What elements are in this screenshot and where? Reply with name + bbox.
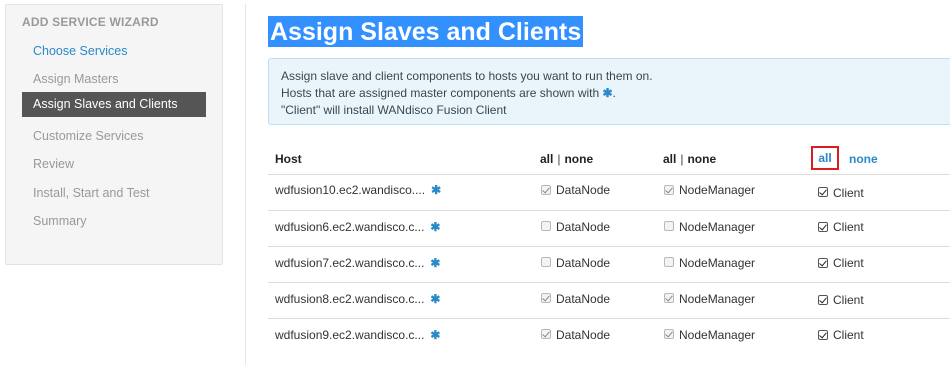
info-line-2: Hosts that are assigned master component…	[281, 85, 939, 102]
client-label: Client	[833, 186, 864, 200]
nodemanager-label: NodeManager	[679, 256, 756, 270]
row-divider	[268, 318, 950, 319]
client-checkbox[interactable]	[818, 295, 828, 305]
sidebar-item-customize-services: Customize Services	[33, 129, 144, 143]
client-checkbox[interactable]	[818, 187, 828, 197]
master-star-icon: ✱	[431, 183, 442, 197]
host-name: wdfusion8.ec2.wandisco.c...	[275, 292, 425, 306]
row-divider	[268, 246, 950, 247]
client-select-none-link[interactable]: none	[849, 152, 878, 166]
nodemanager-header-separator: |	[680, 152, 684, 166]
sidebar-item-assign-masters: Assign Masters	[33, 72, 119, 86]
datanode-checkbox[interactable]	[541, 293, 551, 303]
content-divider	[245, 4, 246, 365]
datanode-select-none-link[interactable]: none	[564, 152, 593, 166]
page-title: Assign Slaves and Clients	[268, 16, 584, 47]
sidebar-item-summary: Summary	[33, 214, 87, 228]
client-checkbox[interactable]	[818, 330, 828, 340]
host-name: wdfusion10.ec2.wandisco....	[275, 183, 426, 197]
nodemanager-label: NodeManager	[679, 220, 756, 234]
client-label: Client	[833, 256, 864, 270]
nodemanager-label: NodeManager	[679, 292, 756, 306]
nodemanager-checkbox[interactable]	[664, 221, 674, 231]
info-line-2-text: Hosts that are assigned master component…	[281, 86, 600, 100]
client-label: Client	[833, 220, 864, 234]
nodemanager-label: NodeManager	[679, 328, 756, 342]
sidebar-item-choose-services[interactable]: Choose Services	[22, 39, 206, 64]
nodemanager-checkbox[interactable]	[664, 257, 674, 267]
table-row-host: wdfusion10.ec2.wandisco.... ✱	[275, 183, 441, 197]
sidebar-item-assign-slaves-and-clients[interactable]: Assign Slaves and Clients	[22, 92, 206, 117]
client-label: Client	[833, 328, 864, 342]
datanode-label: DataNode	[556, 220, 611, 234]
info-line-2-suffix: .	[612, 86, 616, 100]
nodemanager-label: NodeManager	[679, 183, 756, 197]
master-star-icon: ✱	[430, 292, 441, 306]
nodemanager-column-header: all | none	[663, 152, 716, 166]
table-row-host: wdfusion7.ec2.wandisco.c... ✱	[275, 256, 440, 270]
datanode-label: DataNode	[556, 183, 611, 197]
table-row-host: wdfusion8.ec2.wandisco.c... ✱	[275, 292, 440, 306]
table-row-host: wdfusion9.ec2.wandisco.c... ✱	[275, 328, 440, 342]
datanode-label: DataNode	[556, 328, 611, 342]
datanode-header-separator: |	[557, 152, 561, 166]
nodemanager-checkbox[interactable]	[664, 185, 674, 195]
sidebar-item-review: Review	[33, 157, 74, 171]
datanode-checkbox[interactable]	[541, 329, 551, 339]
nodemanager-select-all-link[interactable]: all	[663, 152, 676, 166]
master-star-icon: ✱	[602, 86, 613, 100]
datanode-column-header: all | none	[540, 152, 593, 166]
info-alert: Assign slave and client components to ho…	[268, 58, 950, 125]
datanode-checkbox[interactable]	[541, 221, 551, 231]
host-column-header: Host	[275, 152, 302, 166]
table-row-host: wdfusion6.ec2.wandisco.c... ✱	[275, 220, 440, 234]
row-divider	[268, 282, 950, 283]
datanode-select-all-link[interactable]: all	[540, 152, 553, 166]
client-label: Client	[833, 293, 864, 307]
client-checkbox[interactable]	[818, 222, 828, 232]
sidebar-title: ADD SERVICE WIZARD	[22, 15, 159, 29]
datanode-checkbox[interactable]	[541, 257, 551, 267]
row-divider	[268, 210, 950, 211]
master-star-icon: ✱	[430, 220, 441, 234]
wizard-sidebar: ADD SERVICE WIZARD Choose Services Assig…	[5, 4, 223, 265]
info-line-1: Assign slave and client components to ho…	[281, 69, 653, 83]
host-name: wdfusion9.ec2.wandisco.c...	[275, 328, 425, 342]
host-name: wdfusion6.ec2.wandisco.c...	[275, 220, 425, 234]
datanode-checkbox[interactable]	[541, 185, 551, 195]
host-name: wdfusion7.ec2.wandisco.c...	[275, 256, 425, 270]
datanode-label: DataNode	[556, 256, 611, 270]
master-star-icon: ✱	[430, 328, 441, 342]
nodemanager-select-none-link[interactable]: none	[687, 152, 716, 166]
client-select-all-link[interactable]: all	[811, 146, 839, 170]
datanode-label: DataNode	[556, 292, 611, 306]
info-line-3: "Client" will install WANdisco Fusion Cl…	[281, 103, 507, 117]
nodemanager-checkbox[interactable]	[664, 329, 674, 339]
client-checkbox[interactable]	[818, 258, 828, 268]
row-divider	[268, 174, 950, 175]
nodemanager-checkbox[interactable]	[664, 293, 674, 303]
sidebar-item-install-start-test: Install, Start and Test	[33, 186, 150, 200]
master-star-icon: ✱	[430, 256, 441, 270]
